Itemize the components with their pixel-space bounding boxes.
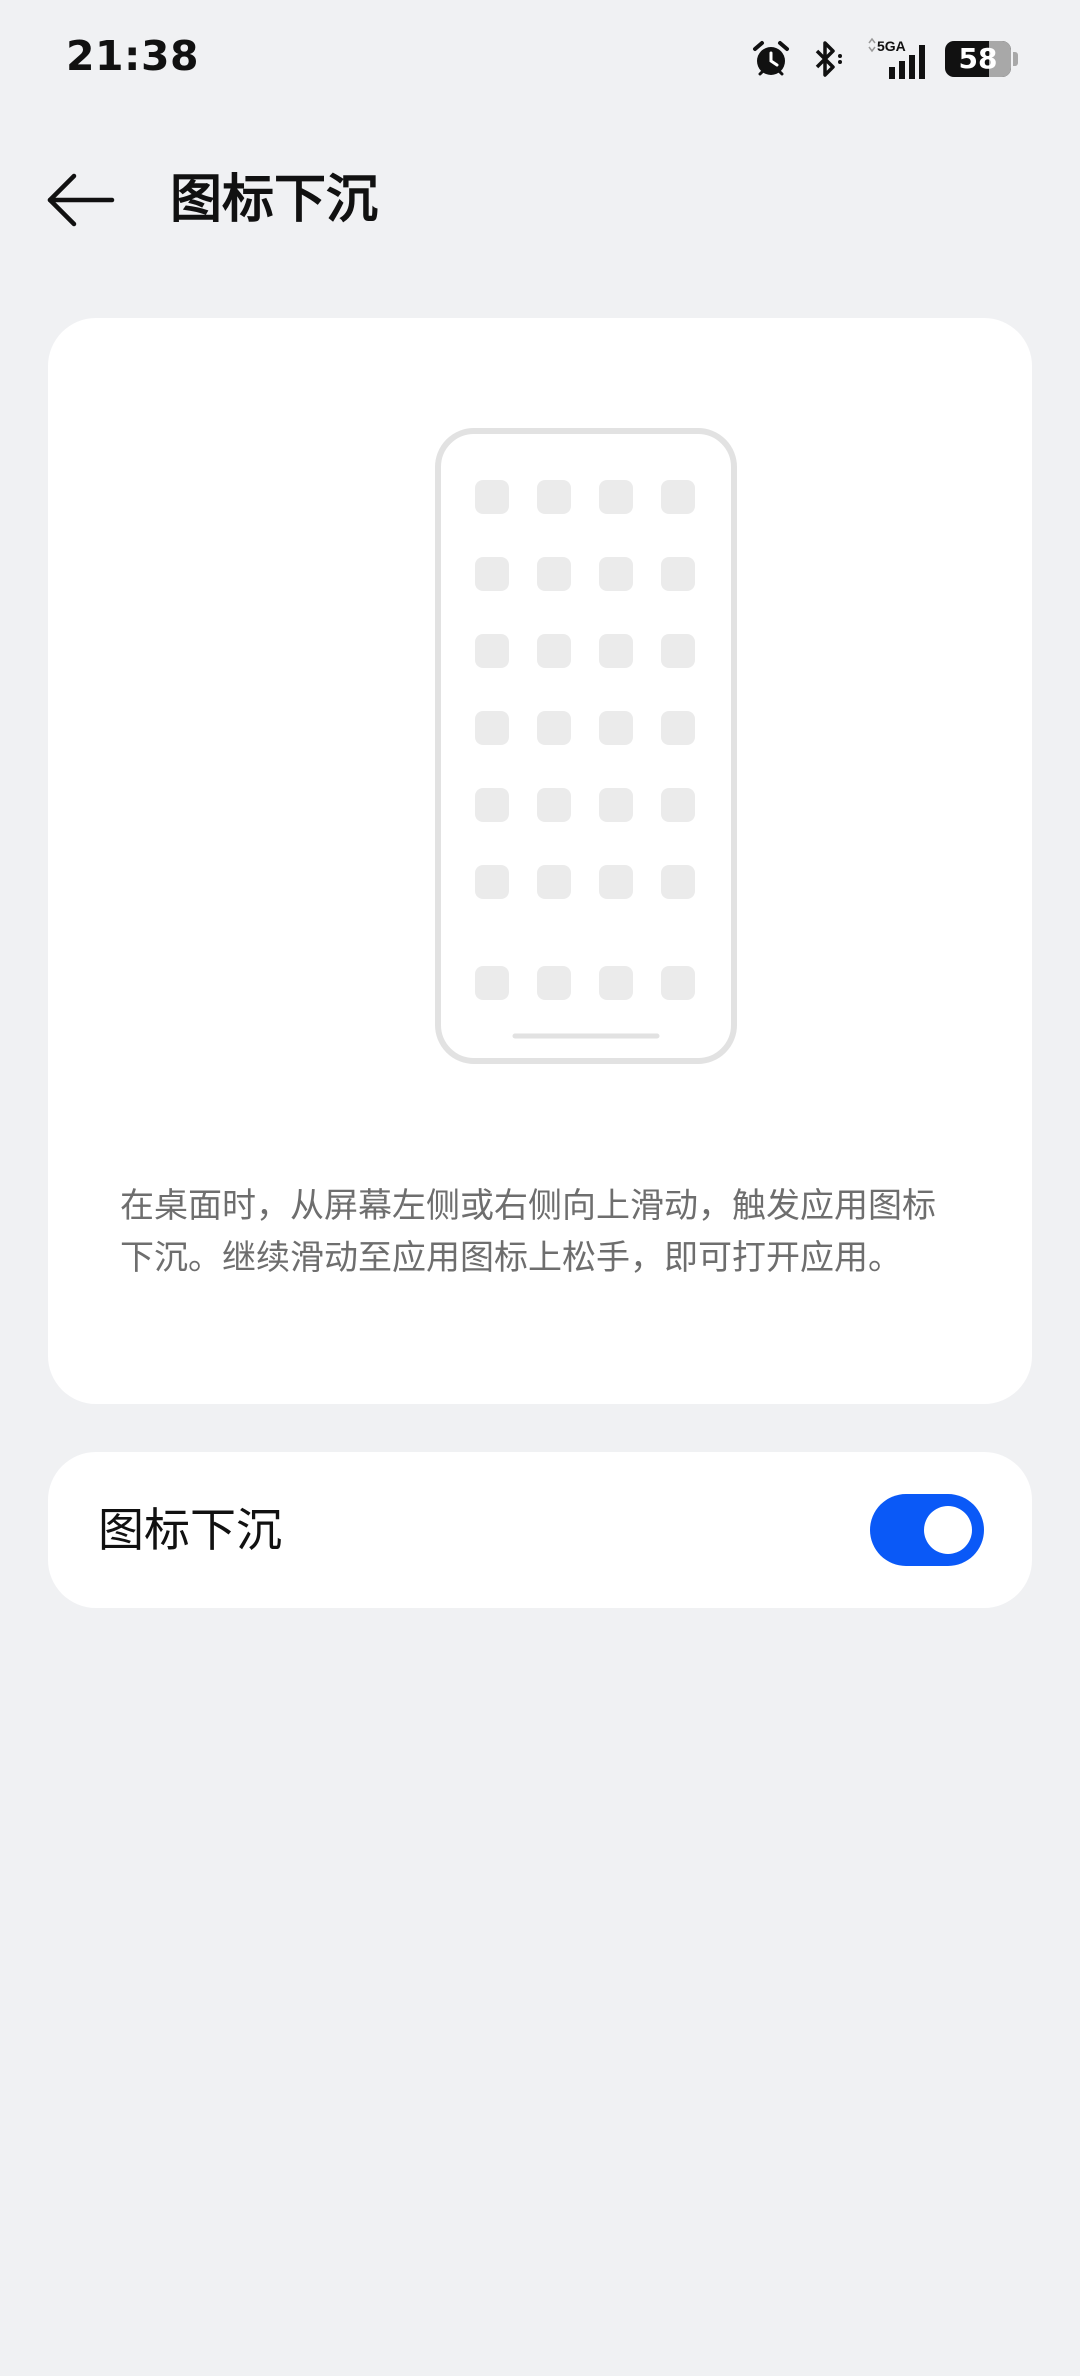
grid-app-icon [661,865,695,899]
page-title: 图标下沉 [170,170,379,230]
dock-app-icon [599,966,633,1000]
illustration-card: 在桌面时，从屏幕左侧或右侧向上滑动，触发应用图标下沉。继续滑动至应用图标上松手，… [48,318,1032,1404]
status-icons: 5GA 58 [751,34,1018,84]
bluetooth-icon [809,39,849,79]
cellular-signal-icon: 5GA [867,37,927,81]
grid-app-icon [661,480,695,514]
alarm-icon [751,39,791,79]
network-type: 5GA [877,38,906,54]
dock-app-icon [537,966,571,1000]
grid-app-icon [599,557,633,591]
phone-illustration [435,428,737,1064]
status-time: 21:38 [66,32,200,80]
grid-app-icon [661,557,695,591]
grid-app-icon [661,634,695,668]
grid-app-icon [599,865,633,899]
dock-app-icon [475,966,509,1000]
feature-description: 在桌面时，从屏幕左侧或右侧向上滑动，触发应用图标下沉。继续滑动至应用图标上松手，… [120,1186,936,1278]
dock-app-icon [661,966,695,1000]
icon-sink-setting-row[interactable]: 图标下沉 [48,1452,1032,1608]
grid-app-icon [475,480,509,514]
grid-app-icon [537,865,571,899]
grid-app-icon [599,788,633,822]
grid-app-icon [537,557,571,591]
grid-app-icon [537,788,571,822]
grid-app-icon [537,634,571,668]
grid-app-icon [599,711,633,745]
grid-app-icon [599,480,633,514]
grid-app-icon [475,711,509,745]
back-arrow-icon[interactable] [44,168,120,232]
icon-sink-toggle[interactable] [870,1494,984,1566]
status-bar: 21:38 5GA 58 [0,0,1080,116]
grid-app-icon [537,711,571,745]
grid-app-icon [475,788,509,822]
grid-app-icon [537,480,571,514]
battery-cap [1013,52,1018,66]
grid-app-icon [599,634,633,668]
icon-sink-label: 图标下沉 [98,1503,282,1557]
battery-level: 58 [958,42,998,75]
grid-app-icon [475,634,509,668]
grid-app-icon [661,711,695,745]
battery-icon: 58 [945,41,1011,77]
toggle-knob[interactable] [924,1506,972,1554]
grid-app-icon [661,788,695,822]
grid-app-icon [475,865,509,899]
header: 图标下沉 [0,150,1080,250]
grid-app-icon [475,557,509,591]
back-button[interactable] [44,168,120,232]
